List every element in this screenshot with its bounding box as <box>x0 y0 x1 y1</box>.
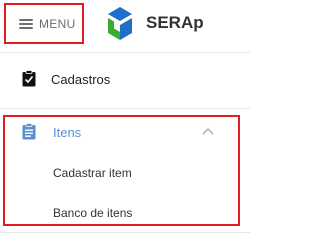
submenu-item-banco-de-itens[interactable]: Banco de itens <box>53 206 132 220</box>
menu-label: MENU <box>39 17 76 31</box>
hamburger-icon <box>19 19 33 29</box>
header-divider <box>0 52 250 53</box>
brand-name: SERAp <box>146 13 204 32</box>
serap-logo-icon <box>108 7 132 40</box>
menu-button[interactable]: MENU <box>4 3 84 44</box>
chevron-up-icon[interactable] <box>201 126 215 136</box>
sidebar-group-itens: Itens Cadastrar item Banco de itens <box>3 115 240 226</box>
sidebar-item-itens[interactable]: Itens <box>5 117 238 147</box>
clipboard-list-icon <box>22 123 36 140</box>
top-bar: MENU SERAp <box>0 0 250 52</box>
sidebar-item-cadastros[interactable]: Cadastros <box>0 60 250 100</box>
sidebar-item-label: Cadastros <box>51 72 111 87</box>
clipboard-check-icon <box>22 70 36 87</box>
section-divider <box>0 108 250 109</box>
sidebar-item-label: Itens <box>53 125 82 140</box>
submenu-item-cadastrar-item[interactable]: Cadastrar item <box>53 166 132 180</box>
section-divider <box>0 232 250 233</box>
app-frame: MENU SERAp Cadastros Itens Cadastrar ite… <box>0 0 250 241</box>
